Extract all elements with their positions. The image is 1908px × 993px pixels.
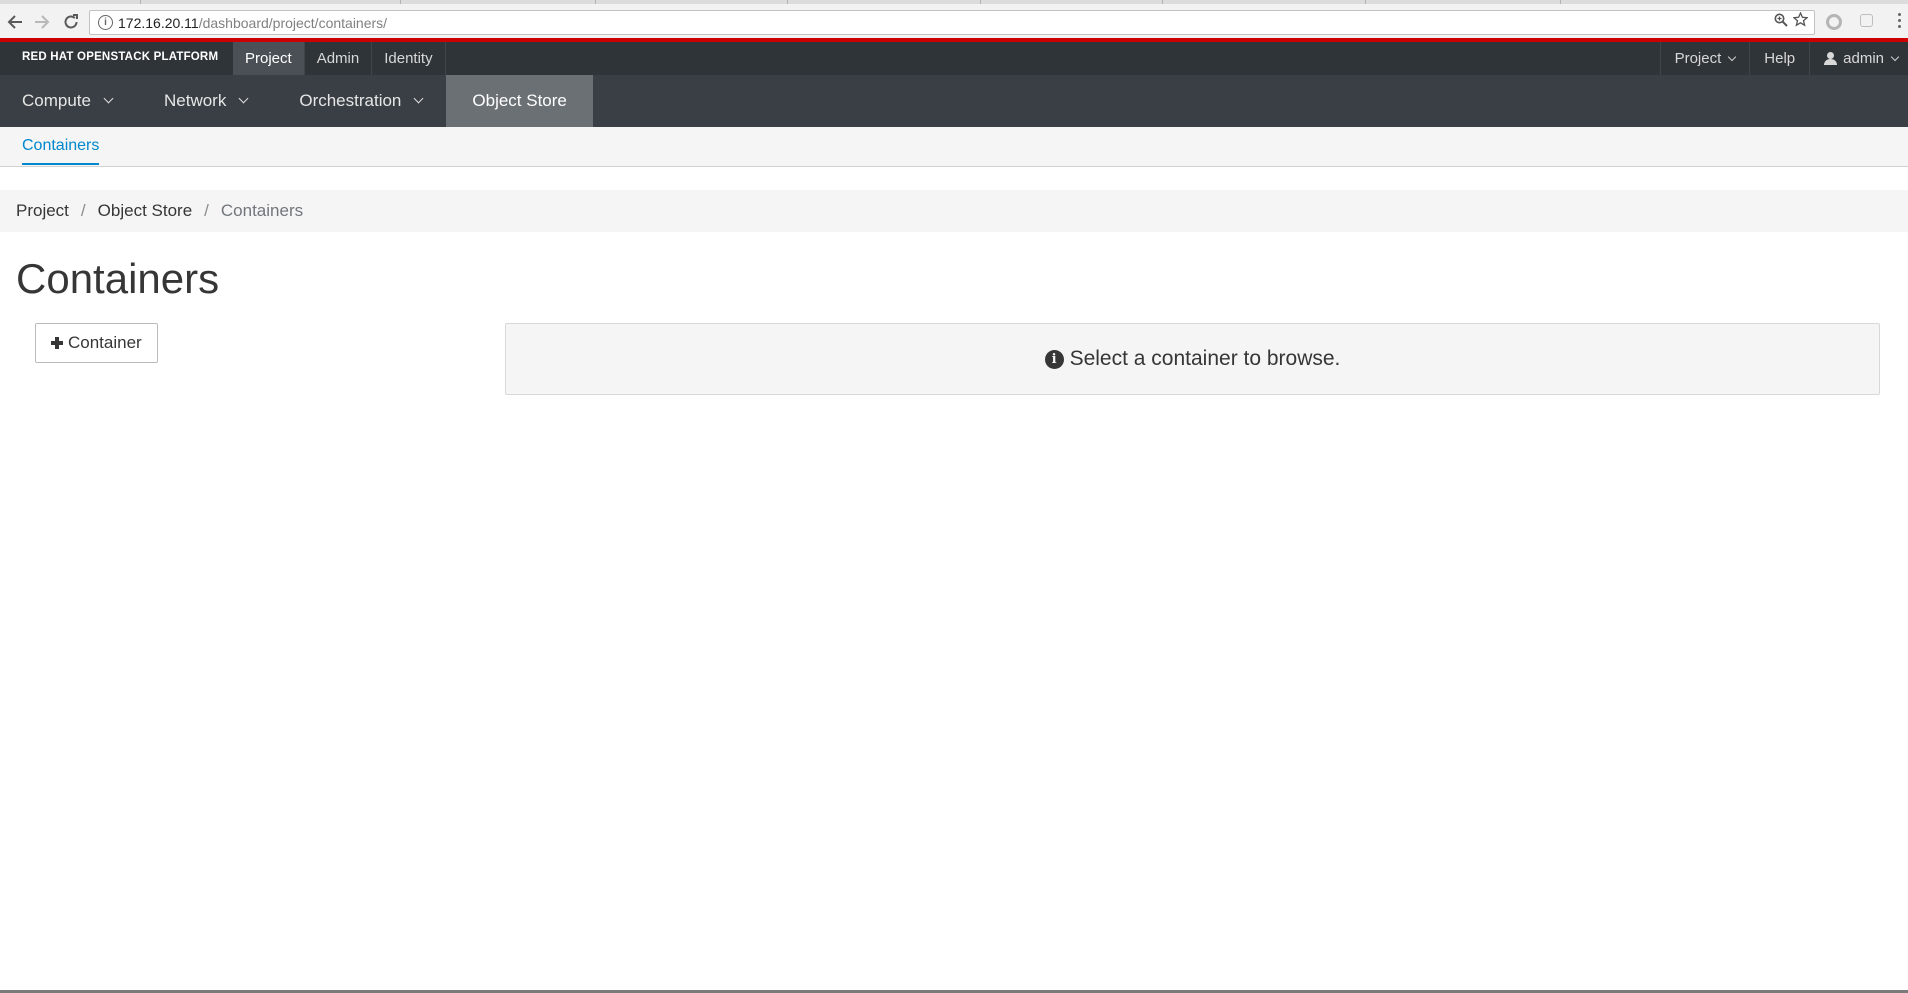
extension-circle-icon[interactable]	[1826, 14, 1842, 30]
masthead: RED HAT OPENSTACK PLATFORM Project Admin…	[0, 42, 1908, 75]
top-nav-project[interactable]: Project	[233, 42, 305, 75]
plus-icon	[51, 337, 63, 349]
chevron-down-icon	[1890, 52, 1900, 61]
back-arrow-icon[interactable]	[2, 9, 28, 35]
project-menu[interactable]: Project	[1659, 42, 1750, 75]
nav-compute-label: Compute	[22, 91, 91, 110]
user-menu[interactable]: admin	[1809, 42, 1908, 75]
help-link[interactable]: Help	[1749, 42, 1809, 75]
add-container-button[interactable]: Container	[35, 323, 158, 363]
project-menu-label: Project	[1674, 50, 1722, 67]
brand-logo[interactable]: RED HAT OPENSTACK PLATFORM	[22, 51, 218, 63]
browser-menu-icon[interactable]	[1898, 13, 1902, 31]
nav-orchestration-label: Orchestration	[299, 91, 402, 110]
address-bar[interactable]: i 172.16.20.11/dashboard/project/contain…	[89, 10, 1815, 35]
nav-object-store[interactable]: Object Store	[446, 75, 593, 127]
chevron-down-icon	[413, 93, 424, 104]
reload-icon[interactable]	[58, 9, 84, 35]
breadcrumb-containers: Containers	[220, 201, 304, 220]
breadcrumb-separator: /	[80, 201, 86, 220]
empty-state-message: i Select a container to browse.	[505, 323, 1880, 395]
chevron-down-icon	[238, 93, 249, 104]
bookmark-star-icon[interactable]	[1792, 11, 1809, 32]
forward-arrow-icon[interactable]	[29, 9, 55, 35]
nav-network[interactable]: Network	[134, 75, 269, 127]
empty-state-text: Select a container to browse.	[1069, 347, 1341, 370]
user-icon	[1824, 52, 1838, 65]
nav-orchestration[interactable]: Orchestration	[269, 75, 446, 127]
extension-box-icon[interactable]	[1860, 14, 1873, 27]
top-nav-identity[interactable]: Identity	[372, 42, 446, 75]
chevron-down-icon	[103, 93, 114, 104]
breadcrumb-separator: /	[204, 201, 209, 220]
secondary-nav: Compute Network Orchestration Object Sto…	[0, 75, 1908, 127]
browser-toolbar: i 172.16.20.11/dashboard/project/contain…	[0, 4, 1908, 42]
breadcrumb-project[interactable]: Project	[16, 201, 69, 220]
url-text[interactable]: 172.16.20.11/dashboard/project/container…	[118, 14, 387, 32]
zoom-icon[interactable]	[1774, 13, 1788, 32]
top-nav: Project Admin Identity	[233, 42, 446, 75]
info-circle-icon: i	[1044, 349, 1064, 369]
tab-containers[interactable]: Containers	[22, 137, 100, 165]
nav-compute[interactable]: Compute	[0, 75, 134, 127]
add-container-label: Container	[68, 333, 142, 352]
nav-network-label: Network	[163, 91, 227, 110]
user-menu-label: admin	[1843, 50, 1884, 67]
page-title: Containers	[16, 255, 220, 302]
tertiary-nav: Containers	[0, 127, 1908, 167]
breadcrumb: Project / Object Store / Containers	[0, 190, 1908, 232]
chevron-down-icon	[1728, 52, 1737, 61]
site-info-icon[interactable]: i	[98, 15, 113, 30]
top-nav-utility: Project Help admin	[1659, 42, 1908, 75]
top-nav-admin[interactable]: Admin	[305, 42, 373, 75]
breadcrumb-object-store[interactable]: Object Store	[98, 201, 193, 220]
